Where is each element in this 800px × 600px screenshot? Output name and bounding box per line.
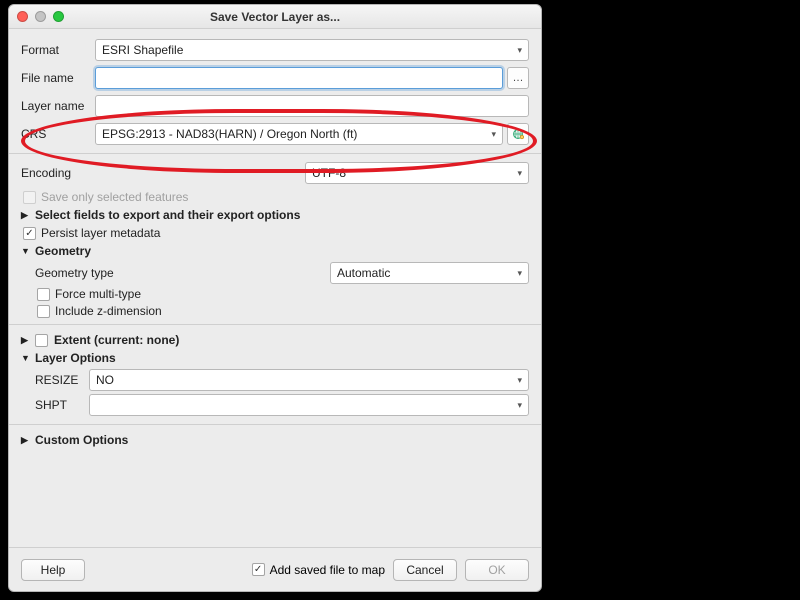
file-name-input[interactable] [95,67,503,89]
fields-disclosure[interactable]: ▶ Select fields to export and their expo… [21,208,529,222]
save-vector-layer-dialog: Save Vector Layer as... Format ESRI Shap… [8,4,542,592]
checkbox-icon [37,288,50,301]
add-to-map-label: Add saved file to map [270,563,385,577]
dialog-content: Format ESRI Shapefile ▾ File name … Laye… [9,29,541,547]
titlebar: Save Vector Layer as... [9,5,541,29]
crs-select[interactable]: EPSG:2913 - NAD83(HARN) / Oregon North (… [95,123,503,145]
chevron-down-icon: ▾ [517,375,522,386]
chevron-down-icon: ▾ [517,268,522,279]
add-to-map-check[interactable]: ✓ Add saved file to map [252,563,385,577]
geometry-label: Geometry [35,244,91,258]
geometry-type-select[interactable]: Automatic ▾ [330,262,529,284]
encoding-label: Encoding [21,166,95,180]
checkbox-icon[interactable] [35,334,48,347]
geometry-disclosure[interactable]: ▼ Geometry [21,244,529,258]
layer-options-group: RESIZE NO ▾ SHPT ▾ [35,369,529,416]
force-multi-check[interactable]: Force multi-type [37,287,529,301]
include-z-check[interactable]: Include z-dimension [37,304,529,318]
save-selected-label: Save only selected features [41,190,188,204]
layer-name-input[interactable] [95,95,529,117]
resize-select[interactable]: NO ▾ [89,369,529,391]
checkbox-icon [37,305,50,318]
resize-label: RESIZE [35,373,89,387]
extent-disclosure[interactable]: ▶ Extent (current: none) [21,333,529,347]
encoding-select[interactable]: UTF-8 ▾ [305,162,529,184]
layer-options-label: Layer Options [35,351,116,365]
browse-button[interactable]: … [507,67,529,89]
ok-button[interactable]: OK [465,559,529,581]
triangle-right-icon: ▶ [21,335,31,346]
force-multi-label: Force multi-type [55,287,141,301]
resize-value: NO [96,373,114,387]
crs-value: EPSG:2913 - NAD83(HARN) / Oregon North (… [102,127,357,141]
chevron-down-icon: ▾ [517,168,522,179]
globe-icon [511,127,525,141]
chevron-down-icon: ▾ [517,400,522,411]
chevron-down-icon: ▾ [491,129,496,140]
encoding-value: UTF-8 [312,166,346,180]
save-selected-check: Save only selected features [23,190,529,204]
checkbox-icon: ✓ [252,563,265,576]
crs-label: CRS [21,127,95,141]
ellipsis-icon: … [513,72,524,84]
chevron-down-icon: ▾ [517,45,522,56]
checkbox-icon: ✓ [23,227,36,240]
format-label: Format [21,43,95,57]
shpt-label: SHPT [35,398,89,412]
fields-label: Select fields to export and their export… [35,208,300,222]
window-title: Save Vector Layer as... [9,10,541,24]
layer-options-disclosure[interactable]: ▼ Layer Options [21,351,529,365]
cancel-button[interactable]: Cancel [393,559,457,581]
crs-picker-button[interactable] [507,123,529,145]
triangle-right-icon: ▶ [21,210,31,221]
triangle-right-icon: ▶ [21,435,31,446]
triangle-down-icon: ▼ [21,246,31,256]
format-select[interactable]: ESRI Shapefile ▾ [95,39,529,61]
file-name-label: File name [21,71,95,85]
help-button[interactable]: Help [21,559,85,581]
geometry-type-value: Automatic [337,266,390,280]
geometry-group: Geometry type Automatic ▾ Force multi-ty… [35,262,529,318]
extent-label: Extent (current: none) [54,333,179,347]
include-z-label: Include z-dimension [55,304,162,318]
custom-options-disclosure[interactable]: ▶ Custom Options [21,433,529,447]
geometry-type-label: Geometry type [35,266,145,280]
layer-name-label: Layer name [21,99,95,113]
triangle-down-icon: ▼ [21,353,31,363]
shpt-select[interactable]: ▾ [89,394,529,416]
custom-options-label: Custom Options [35,433,128,447]
format-value: ESRI Shapefile [102,43,183,57]
checkbox-icon [23,191,36,204]
persist-metadata-check[interactable]: ✓ Persist layer metadata [23,226,529,240]
dialog-footer: Help ✓ Add saved file to map Cancel OK [9,547,541,591]
persist-metadata-label: Persist layer metadata [41,226,160,240]
